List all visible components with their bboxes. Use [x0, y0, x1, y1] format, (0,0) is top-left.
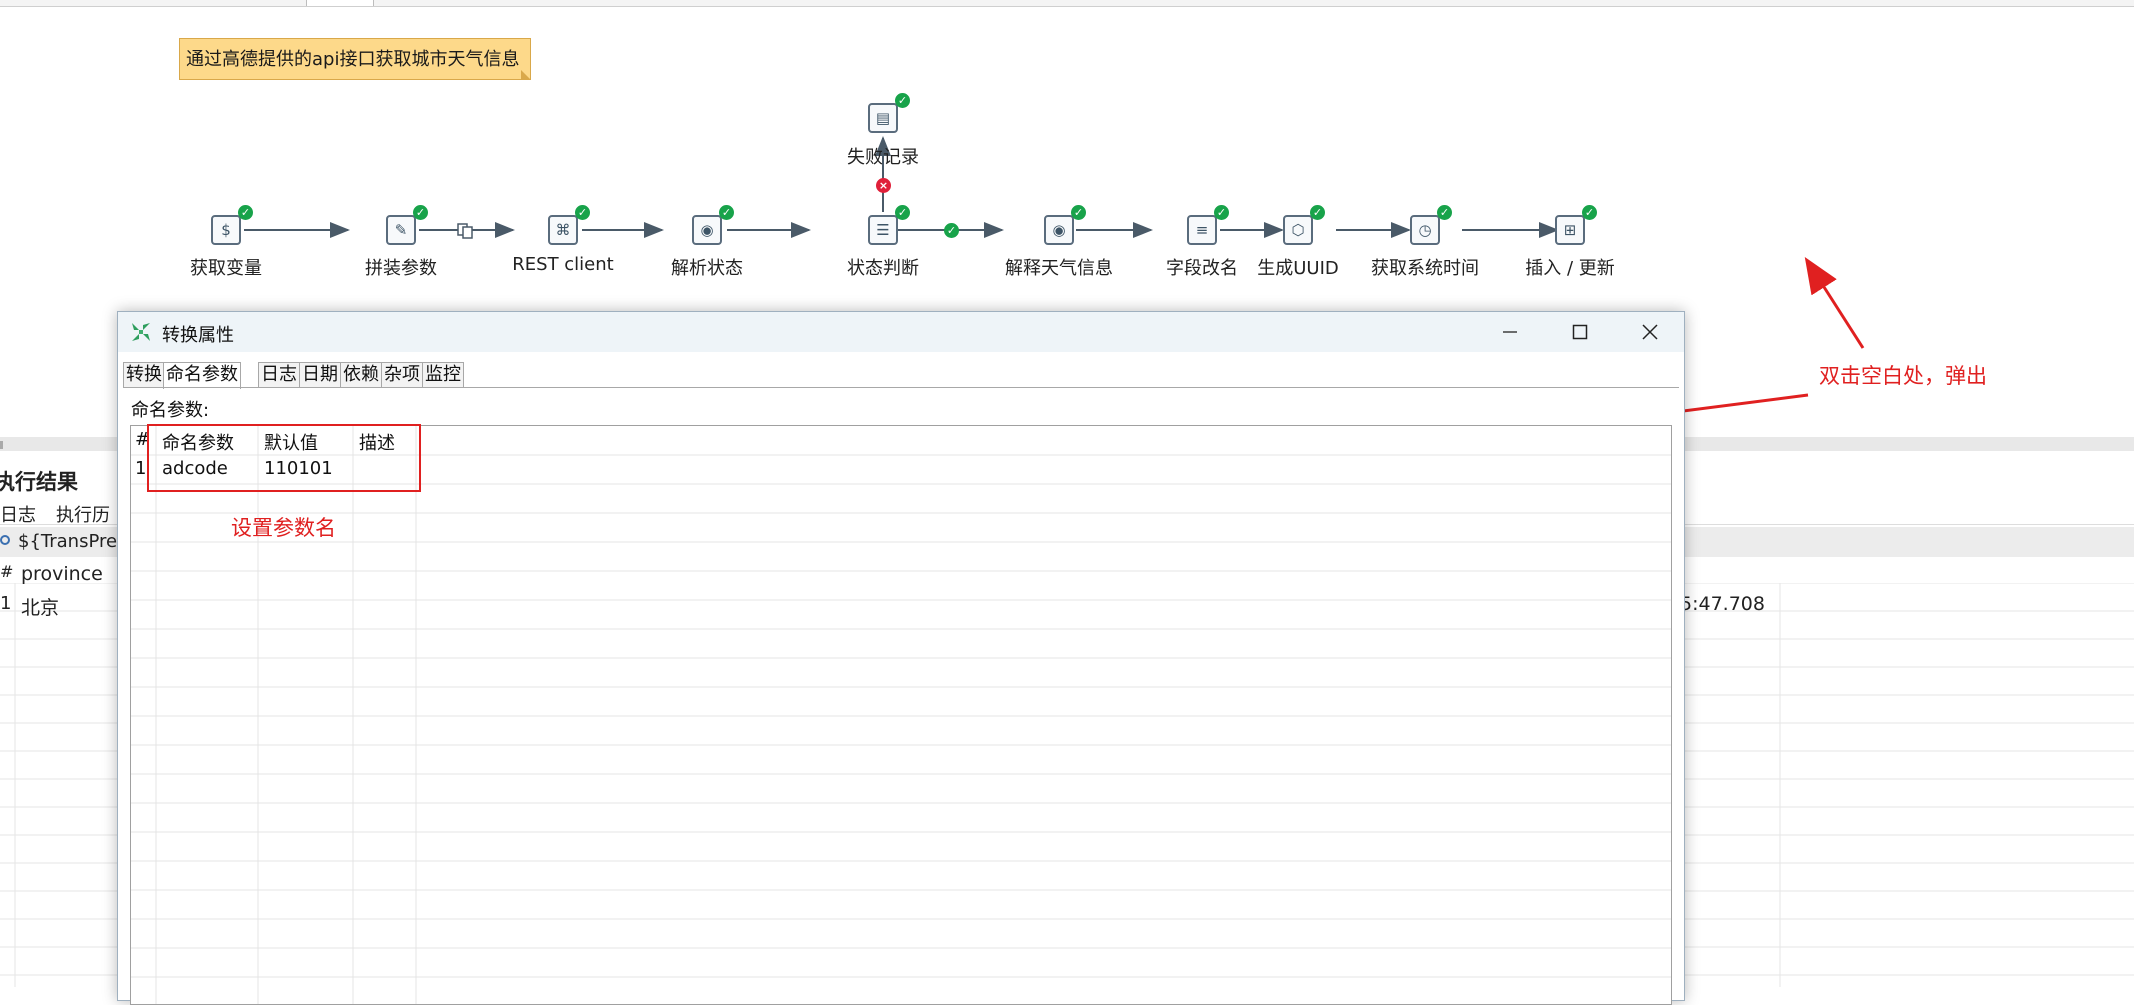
close-icon — [1642, 324, 1658, 340]
step-ok-check-icon: ✓ — [1310, 205, 1325, 220]
named-parameters-table[interactable]: # 命名参数 默认值 描述 1 adcode 110101 — [130, 425, 1672, 1005]
step-ok-check-icon: ✓ — [238, 205, 253, 220]
spoon-app-icon — [132, 323, 150, 341]
step-ok-check-icon: ✓ — [413, 205, 428, 220]
tab-logging[interactable]: 日志 — [258, 362, 300, 388]
maximize-button[interactable] — [1546, 312, 1614, 352]
step-label: 获取系统时间 — [1371, 258, 1479, 279]
step-ok-check-icon: ✓ — [1582, 205, 1597, 220]
step-ok-check-icon: ✓ — [575, 205, 590, 220]
tab-misc[interactable]: 杂项 — [381, 362, 423, 388]
copy-rows-icon — [457, 223, 473, 239]
step-label: 解释天气信息 — [1005, 258, 1113, 279]
step-ok-check-icon: ✓ — [895, 205, 910, 220]
tab-divider — [123, 387, 1679, 388]
results-row-num: 1 — [0, 593, 12, 614]
preview-radio-icon[interactable] — [0, 535, 10, 545]
minimize-button[interactable] — [1476, 312, 1544, 352]
row-num: 1 — [135, 458, 147, 479]
results-cell-province: 北京 — [21, 597, 60, 619]
rest-client-icon[interactable]: ⌘ — [548, 215, 578, 245]
filter-rows-icon[interactable]: ☰ — [868, 215, 898, 245]
tab-named-parameters[interactable]: 命名参数 — [163, 362, 241, 389]
step-ok-check-icon: ✓ — [895, 93, 910, 108]
step-ok-check-icon: ✓ — [1214, 205, 1229, 220]
results-title: 执行结果 — [0, 470, 78, 494]
step-label: 状态判断 — [847, 258, 919, 279]
step-ok-check-icon: ✓ — [719, 205, 734, 220]
preview-label: ${TransPrev — [18, 531, 128, 552]
highlight-box — [147, 424, 421, 492]
insert-update-icon[interactable]: ⊞ — [1555, 215, 1585, 245]
step-label: REST client — [512, 254, 614, 275]
step-label: 字段改名 — [1166, 258, 1238, 279]
step-ok-check-icon: ✓ — [1071, 205, 1086, 220]
error-step-label: 失败记录 — [847, 147, 919, 168]
table-grid — [131, 426, 1671, 1004]
json-input-icon[interactable]: ◉ — [1044, 215, 1074, 245]
system-info-icon[interactable]: ◷ — [1410, 215, 1440, 245]
tab-transformation[interactable]: 转换 — [123, 362, 165, 388]
step-label: 获取变量 — [190, 258, 262, 279]
tab-date[interactable]: 日期 — [299, 362, 341, 388]
uuid-icon[interactable]: ⬡ — [1283, 215, 1313, 245]
dialog-titlebar[interactable]: 转换属性 — [118, 312, 1684, 352]
transformation-properties-dialog: 转换属性 转换 命名参数 日志 日期 依赖 杂项 监控 命名参数: # 命名参数… — [117, 311, 1685, 1005]
select-values-icon[interactable]: ≡ — [1187, 215, 1217, 245]
minimize-icon — [1503, 331, 1517, 333]
json-input-icon[interactable]: ◉ — [692, 215, 722, 245]
step-label: 生成UUID — [1257, 258, 1339, 279]
results-col-province[interactable]: province — [21, 563, 103, 585]
get-variables-icon[interactable]: $ — [211, 215, 241, 245]
close-button[interactable] — [1616, 312, 1684, 352]
step-label: 插入 / 更新 — [1525, 258, 1615, 279]
check-icon: ✓ — [944, 223, 959, 238]
popup-hint-text: 双击空白处，弹出 — [1819, 364, 1987, 388]
error-icon[interactable]: × — [876, 178, 891, 193]
results-cell-time: 5:47.708 — [1680, 593, 1765, 615]
step-label: 拼装参数 — [365, 258, 437, 279]
text-output-icon[interactable]: ▤ — [868, 103, 898, 133]
tab-dependencies[interactable]: 依赖 — [340, 362, 382, 388]
param-hint-text: 设置参数名 — [231, 516, 336, 540]
named-parameters-label: 命名参数: — [131, 400, 210, 421]
dialog-title: 转换属性 — [162, 325, 234, 346]
results-col-hash: # — [0, 562, 14, 581]
tab-monitoring[interactable]: 监控 — [422, 362, 464, 388]
maximize-icon — [1572, 324, 1588, 340]
results-tab-history[interactable]: 执行历 — [56, 501, 110, 527]
step-label: 解析状态 — [671, 258, 743, 279]
step-ok-check-icon: ✓ — [1437, 205, 1452, 220]
script-icon[interactable]: ✎ — [386, 215, 416, 245]
results-tab-log[interactable]: 日志 — [0, 501, 36, 527]
